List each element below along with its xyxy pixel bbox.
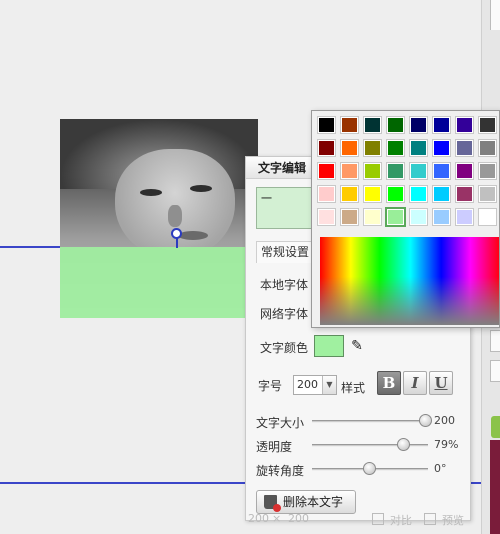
color-swatch[interactable] bbox=[478, 185, 497, 203]
color-swatch[interactable] bbox=[317, 139, 336, 157]
color-swatch[interactable] bbox=[432, 185, 451, 203]
compare-button[interactable]: 对比 bbox=[390, 512, 412, 528]
image-height: 200 bbox=[288, 512, 309, 525]
image-width: 200 bbox=[248, 512, 269, 525]
color-swatch[interactable] bbox=[455, 185, 474, 203]
text-layer-box[interactable] bbox=[60, 247, 258, 318]
tab-normal-settings[interactable]: 常规设置 bbox=[256, 241, 316, 263]
preview-icon[interactable] bbox=[424, 513, 436, 525]
slider-value: 200 bbox=[434, 414, 455, 427]
photo-lips bbox=[178, 231, 208, 240]
font-size-value: 200 bbox=[297, 378, 318, 391]
web-font-label: 网络字体 bbox=[260, 307, 309, 321]
slider-knob[interactable] bbox=[396, 438, 410, 451]
delete-text-label: 删除本文字 bbox=[283, 495, 344, 509]
color-swatch[interactable] bbox=[340, 116, 359, 134]
color-swatch[interactable] bbox=[455, 139, 474, 157]
color-swatch[interactable] bbox=[455, 116, 474, 134]
text-content-input[interactable]: 一 bbox=[256, 187, 318, 229]
photo-eye-left bbox=[140, 189, 162, 196]
photo-eye-right bbox=[190, 185, 212, 192]
slider-label: 文字大小 bbox=[256, 416, 305, 430]
color-swatch[interactable] bbox=[317, 208, 336, 226]
photo-face bbox=[115, 149, 235, 259]
slider-track[interactable] bbox=[312, 420, 428, 423]
color-spectrum[interactable] bbox=[320, 237, 499, 325]
rotate-handle-stem bbox=[176, 238, 178, 248]
underline-button[interactable]: U bbox=[429, 371, 453, 395]
side-panel-tab[interactable] bbox=[490, 360, 500, 382]
color-swatch[interactable] bbox=[409, 208, 428, 226]
slider-label: 透明度 bbox=[256, 440, 293, 454]
color-swatch[interactable] bbox=[340, 139, 359, 157]
color-swatch[interactable] bbox=[386, 185, 405, 203]
color-swatch[interactable] bbox=[432, 116, 451, 134]
preview-button[interactable]: 预览 bbox=[442, 512, 464, 528]
local-font-label: 本地字体 bbox=[260, 278, 309, 292]
italic-button[interactable]: I bbox=[403, 371, 427, 395]
style-label: 样式 bbox=[341, 381, 366, 395]
trash-icon bbox=[264, 495, 281, 512]
color-swatch[interactable] bbox=[409, 139, 428, 157]
delete-text-button[interactable]: 删除本文字 bbox=[256, 490, 356, 514]
slider-value: 79% bbox=[434, 438, 459, 451]
side-panel-header bbox=[490, 0, 500, 30]
color-swatch[interactable] bbox=[478, 208, 497, 226]
color-swatch[interactable] bbox=[363, 185, 382, 203]
eyedropper-icon[interactable]: ✎ bbox=[348, 337, 366, 355]
font-size-label: 字号 bbox=[258, 379, 283, 393]
color-swatch[interactable] bbox=[363, 208, 382, 226]
slider-track[interactable] bbox=[312, 444, 428, 447]
slider-knob[interactable] bbox=[418, 414, 432, 427]
compare-icon[interactable] bbox=[372, 513, 384, 525]
color-swatch[interactable] bbox=[478, 116, 497, 134]
side-panel-thumbnail bbox=[490, 440, 500, 534]
color-swatch[interactable] bbox=[432, 139, 451, 157]
status-bar: 200 × 200 对比 预览 bbox=[244, 512, 481, 528]
text-color-label: 文字颜色 bbox=[260, 341, 309, 355]
color-swatch[interactable] bbox=[409, 162, 428, 180]
color-swatch[interactable] bbox=[363, 139, 382, 157]
color-swatch[interactable] bbox=[455, 208, 474, 226]
color-swatch[interactable] bbox=[478, 139, 497, 157]
color-swatch[interactable] bbox=[432, 208, 451, 226]
slider-value: 0° bbox=[434, 462, 447, 475]
font-size-select[interactable]: 200 ▼ bbox=[293, 375, 337, 395]
color-swatch[interactable] bbox=[340, 185, 359, 203]
color-swatch[interactable] bbox=[409, 185, 428, 203]
color-swatch[interactable] bbox=[363, 116, 382, 134]
slider-label: 旋转角度 bbox=[256, 464, 305, 478]
chevron-down-icon[interactable]: ▼ bbox=[322, 376, 336, 394]
color-swatch[interactable] bbox=[478, 162, 497, 180]
color-swatch[interactable] bbox=[363, 162, 382, 180]
slider-knob[interactable] bbox=[363, 462, 376, 475]
color-swatch[interactable] bbox=[317, 162, 336, 180]
times-sign: × bbox=[272, 512, 282, 525]
color-palette-popup bbox=[311, 110, 500, 328]
side-panel-green-button[interactable] bbox=[491, 416, 500, 438]
color-swatch[interactable] bbox=[317, 185, 336, 203]
bold-button[interactable]: B bbox=[377, 371, 401, 395]
photo-nose bbox=[168, 205, 182, 227]
color-swatch[interactable] bbox=[385, 207, 406, 227]
text-color-swatch[interactable] bbox=[314, 335, 344, 357]
color-swatch[interactable] bbox=[386, 162, 405, 180]
color-swatch[interactable] bbox=[340, 162, 359, 180]
color-swatch[interactable] bbox=[340, 208, 359, 226]
color-swatch[interactable] bbox=[386, 139, 405, 157]
color-swatch[interactable] bbox=[317, 116, 336, 134]
side-panel-tab[interactable] bbox=[490, 330, 500, 352]
color-swatch[interactable] bbox=[409, 116, 428, 134]
color-swatch[interactable] bbox=[386, 116, 405, 134]
color-swatch[interactable] bbox=[432, 162, 451, 180]
color-swatch[interactable] bbox=[455, 162, 474, 180]
tab-normal-label: 常规设置 bbox=[261, 245, 310, 259]
rotate-handle[interactable] bbox=[171, 228, 182, 239]
